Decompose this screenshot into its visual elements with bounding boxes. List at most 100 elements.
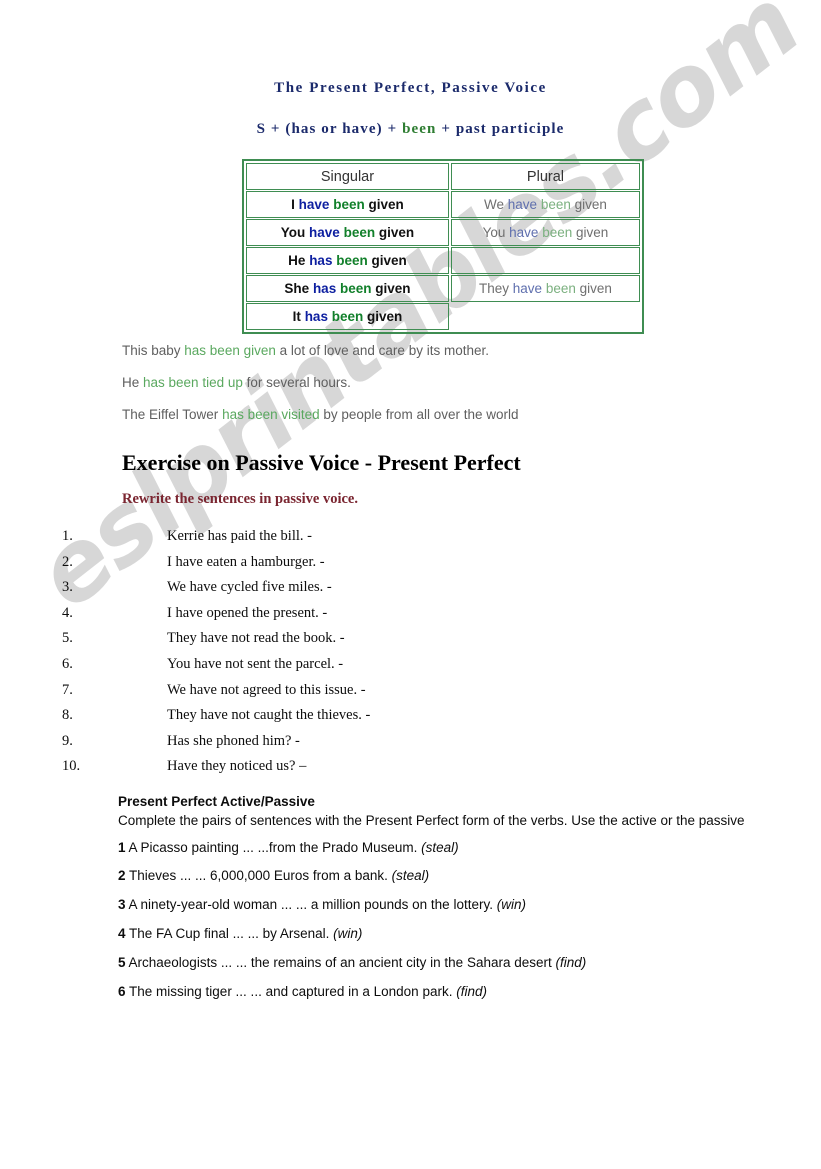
cell-been: been: [339, 281, 372, 296]
list-item: 7. We have not agreed to this issue. -: [62, 682, 662, 708]
gapfill-verb: (find): [555, 954, 587, 970]
list-item-text: We have not agreed to this issue. -: [167, 681, 366, 698]
cell-participle: given: [576, 225, 609, 240]
cell-been: been: [336, 253, 368, 268]
list-item-text: Has she phoned him? -: [167, 732, 300, 749]
table-cell-singular: He has been given: [246, 247, 449, 274]
cell-subject: You: [482, 225, 506, 240]
gapfill-text: The FA Cup final ... ... by Arsenal.: [125, 926, 334, 942]
cell-aux: has: [312, 281, 337, 296]
cell-been: been: [545, 281, 576, 296]
cell-participle: given: [579, 281, 612, 296]
cell-subject: She: [284, 281, 310, 296]
cell-aux: have: [512, 281, 543, 296]
example-highlight: has been tied up: [143, 375, 243, 390]
table-cell-plural: You have been given: [450, 219, 640, 246]
gapfill-item: 6 The missing tiger ... ... and captured…: [118, 983, 748, 1001]
cell-subject: I: [291, 197, 295, 212]
list-item: 6. You have not sent the parcel. -: [62, 656, 662, 682]
list-item-number: 6.: [62, 655, 73, 672]
list-item-text: We have cycled five miles. -: [167, 579, 332, 596]
table-row: It has been given: [246, 303, 640, 330]
cell-participle: given: [378, 225, 415, 240]
list-item-text: You have not sent the parcel. -: [167, 655, 344, 672]
gapfill-item: 4 The FA Cup final ... ... by Arsenal. (…: [118, 925, 748, 943]
gapfill-verb: (find): [456, 983, 487, 999]
cell-aux: have: [309, 225, 340, 240]
list-item: 1. Kerrie has paid the bill. -: [62, 528, 662, 554]
gapfill-verb: (win): [496, 897, 526, 913]
list-item: 4. I have opened the present. -: [62, 605, 662, 631]
cell-participle: given: [371, 253, 407, 268]
cell-participle: given: [574, 197, 607, 212]
gapfill-verb: (win): [333, 926, 363, 942]
exercise2-title: Present Perfect Active/Passive: [118, 794, 315, 809]
cell-been: been: [331, 309, 364, 324]
gapfill-item: 1 A Picasso painting ... ...from the Pra…: [118, 839, 748, 857]
cell-been: been: [333, 197, 365, 212]
list-item-number: 1.: [62, 528, 73, 544]
table-row: I have been given We have been given: [246, 191, 640, 218]
page-title: The Present Perfect, Passive Voice: [274, 80, 547, 96]
list-item-number: 10.: [62, 758, 81, 775]
example-sentence: The Eiffel Tower has been visited by peo…: [122, 407, 722, 422]
table-cell-singular: You have been given: [246, 219, 449, 246]
gapfill-text: A Picasso painting ... ...from the Prado…: [125, 839, 422, 855]
list-item-number: 9.: [62, 732, 73, 749]
list-item-text: Kerrie has paid the bill. -: [167, 528, 312, 544]
example-after: for several hours.: [242, 375, 351, 390]
list-item: 10. Have they noticed us? –: [62, 758, 662, 784]
cell-been: been: [540, 197, 571, 212]
exercise2-intro: Complete the pairs of sentences with the…: [118, 812, 745, 828]
table-cell-plural: We have been given: [450, 191, 640, 218]
cell-aux: have: [509, 225, 539, 240]
cell-aux: have: [298, 197, 330, 212]
list-item-text: I have eaten a hamburger. -: [167, 553, 325, 570]
formula-line: S + (has or have) + been + past particip…: [0, 121, 821, 138]
gapfill-text: Thieves ... ... 6,000,000 Euros from a b…: [125, 868, 392, 884]
gapfill-text: A ninety-year-old woman ... ... a millio…: [125, 897, 497, 913]
table-row: She has been given They have been given: [246, 275, 640, 302]
list-item-number: 2.: [62, 553, 73, 570]
table-cell-singular: She has been given: [246, 275, 449, 302]
cell-participle: given: [367, 309, 403, 324]
list-item: 3. We have cycled five miles. -: [62, 579, 662, 605]
list-item-number: 5.: [62, 630, 73, 647]
example-highlight: has been given: [184, 343, 276, 358]
gapfill-item: 3 A ninety-year-old woman ... ... a mill…: [118, 896, 748, 914]
example-sentence: This baby has been given a lot of love a…: [122, 343, 722, 358]
cell-been: been: [542, 225, 573, 240]
list-item: 9. Has she phoned him? -: [62, 733, 662, 759]
cell-been: been: [343, 225, 376, 240]
list-item: 2. I have eaten a hamburger. -: [62, 554, 662, 580]
cell-subject: It: [292, 309, 301, 324]
gapfill-number: 4: [118, 926, 126, 942]
cell-aux: have: [507, 197, 538, 212]
list-item-text: They have not caught the thieves. -: [167, 707, 371, 724]
table-row: He has been given: [246, 247, 640, 274]
gapfill-number: 1: [118, 839, 126, 855]
list-item-number: 7.: [62, 681, 73, 698]
cell-subject: We: [484, 197, 505, 212]
gapfill-item: 2 Thieves ... ... 6,000,000 Euros from a…: [118, 867, 748, 885]
gapfill-number: 5: [118, 954, 126, 970]
gapfill-number: 6: [118, 983, 126, 999]
table-cell-singular: It has been given: [246, 303, 449, 330]
gapfill-verb: (steal): [421, 839, 459, 855]
table-header-singular: Singular: [246, 163, 449, 190]
table-cell-singular: I have been given: [246, 191, 449, 218]
exercise-list: 1. Kerrie has paid the bill. - 2. I have…: [62, 528, 662, 784]
formula-part1: S + (has or have) +: [256, 121, 403, 137]
list-item-number: 8.: [62, 707, 73, 724]
formula-been: been: [402, 121, 437, 137]
list-item: 5. They have not read the book. -: [62, 630, 662, 656]
table-cell-plural-empty: [451, 303, 640, 330]
example-highlight: has been visited: [222, 407, 320, 422]
example-before: The Eiffel Tower: [122, 407, 223, 422]
table-header-row: Singular Plural: [246, 163, 640, 190]
example-before: This baby: [122, 343, 185, 358]
gapfill-item: 5 Archaeologists ... ... the remains of …: [118, 954, 748, 972]
list-item: 8. They have not caught the thieves. -: [62, 707, 662, 733]
table-cell-plural: They have been given: [450, 275, 640, 302]
example-sentence: He has been tied up for several hours.: [122, 375, 722, 390]
